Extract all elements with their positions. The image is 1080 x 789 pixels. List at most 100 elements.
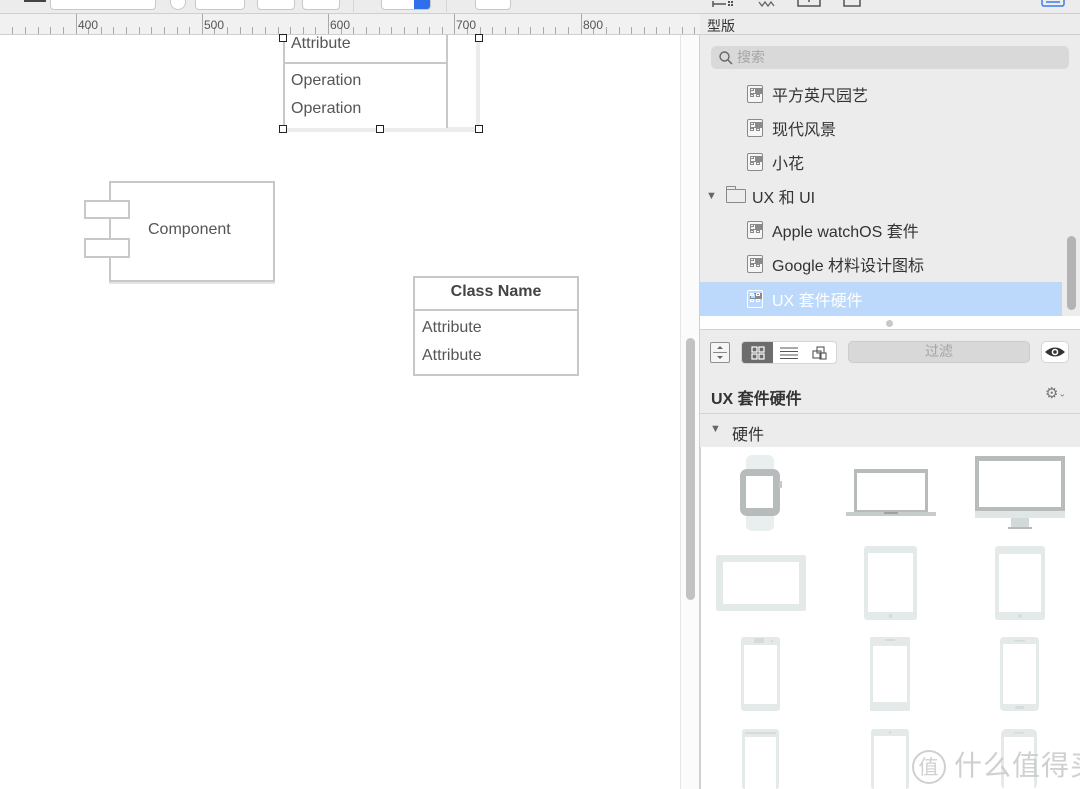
ruler-tick [429,27,431,34]
stencil-group-header[interactable]: ▼ 硬件 [700,414,1080,447]
library-item[interactable]: 小花 [700,145,1062,179]
library-item-selected[interactable]: UX 套件硬件 [700,282,1062,316]
shape-phone-4[interactable] [742,729,780,789]
resize-handle[interactable] [279,125,287,133]
disclosure-triangle-icon[interactable]: ▼ [706,190,717,202]
shape-tablet-portrait-2[interactable] [995,546,1047,622]
filter-input[interactable] [849,342,1029,362]
toolbar-button-3[interactable] [475,0,511,10]
view-mode-segmented-control[interactable] [741,341,837,364]
stencil-icon [747,85,763,103]
stencil-shapes-grid [700,447,1080,789]
toolbar-divider [446,0,447,12]
ruler-tick [403,27,405,34]
library-item[interactable]: 平方英尺园艺 [700,77,1062,111]
library-list-scrollbar-thumb[interactable] [1067,236,1076,310]
ruler-tick [504,27,506,34]
library-item[interactable]: 现代风景 [700,111,1062,145]
ruler-tick [138,27,140,34]
stencils-tab-icon[interactable] [1041,0,1065,8]
library-item[interactable]: Google 材料设计图标 [700,247,1062,281]
ruler-tick [517,27,519,34]
stencils-sidebar: 型版 平方英尺园艺 现代风景 小花 ▼ UX 和 UI Apple watchO… [700,0,1080,789]
canvas-tool-icon[interactable] [797,0,821,8]
visibility-toggle-button[interactable] [1041,341,1069,363]
library-title: UX 套件硬件 [711,391,802,408]
shape-phone-iphone[interactable] [1000,637,1042,713]
drawing-canvas[interactable]: Attribute Operation Operation Component … [0,34,680,789]
ruler-tick [151,27,153,34]
section-title: 型版 [707,18,735,34]
ruler-tick [555,27,557,34]
filter-field[interactable] [848,341,1030,363]
stencil-library-list: 平方英尺园艺 现代风景 小花 ▼ UX 和 UI Apple watchOS 套… [700,76,1062,316]
search-input[interactable] [737,46,1057,69]
library-settings-button[interactable]: ⚙⌄ [1045,384,1066,402]
ruler-label: 400 [78,18,99,32]
library-item-label: UX 套件硬件 [772,293,863,310]
toolbar-field-2[interactable] [195,0,245,10]
shape-desktop-monitor[interactable] [975,456,1065,530]
search-field[interactable] [711,46,1069,69]
horizontal-ruler: 400 500 600 700 800 [0,14,700,35]
gear-tool-icon[interactable] [758,0,776,8]
toolbar-stepper[interactable] [381,0,431,10]
connection-tool-icon[interactable] [712,0,734,8]
stencil-icon [747,221,763,239]
ruler-tick [239,27,241,34]
chevron-down-icon: ⌄ [1058,388,1066,399]
watermark-badge: 值 [912,750,946,784]
ruler-tick [126,27,128,34]
ruler-tick [252,27,254,34]
ruler-tick [201,14,203,34]
library-folder[interactable]: ▼ UX 和 UI [700,179,1062,213]
ruler-tick [227,27,229,34]
library-item[interactable]: Apple watchOS 套件 [700,213,1062,247]
canvas-vertical-scrollbar[interactable] [680,35,700,789]
shape-phone-generic[interactable] [870,637,912,713]
ruler-tick [580,14,582,34]
resize-handle[interactable] [376,125,384,133]
toolbar-field[interactable] [50,0,156,10]
shape-apple-watch[interactable] [739,455,783,531]
shape-tablet-landscape[interactable] [716,555,806,613]
toolbar-control[interactable] [22,0,48,10]
resize-handle[interactable] [475,125,483,133]
split-view-divider[interactable] [700,316,1080,330]
grid-view-button[interactable] [742,342,774,363]
resize-handle[interactable] [279,34,287,42]
toolbar-color-well[interactable] [170,0,186,10]
resize-handle[interactable] [475,34,483,42]
class-operation: Operation [291,72,362,89]
stencil-icon [747,255,763,273]
collapse-toggle-button[interactable] [710,342,730,363]
library-item-label: 现代风景 [772,122,837,139]
page-tool-icon[interactable] [843,0,861,8]
uml-class-selected[interactable]: Attribute Operation Operation [283,35,448,130]
uml-component[interactable]: Component [109,181,275,282]
uml-class[interactable]: Class Name Attribute Attribute [413,276,579,376]
disclosure-triangle-icon[interactable]: ▼ [710,423,721,435]
shape-phone-android[interactable] [741,637,781,713]
toolbar-button-1[interactable] [257,0,295,10]
library-item-label: Apple watchOS 套件 [772,224,919,241]
ruler-tick [542,27,544,34]
shape-tablet-portrait[interactable] [864,546,918,622]
ruler-tick [479,27,481,34]
class-attribute: Attribute [422,319,482,336]
scrollbar-thumb[interactable] [686,338,695,600]
toolbar-button-2[interactable] [302,0,340,10]
split-handle-icon[interactable] [886,320,893,327]
outline-view-button[interactable] [805,342,836,363]
stencil-icon [747,153,763,171]
ruler-tick [176,27,178,34]
list-icon [779,347,798,359]
ruler-tick [353,27,355,34]
list-view-button[interactable] [773,342,804,363]
toolbar-divider [353,0,354,12]
search-icon [719,51,733,65]
shape-laptop[interactable] [846,469,936,517]
ruler-tick [277,27,279,34]
shape-phone-5[interactable] [871,729,911,789]
ruler-tick [37,27,39,34]
